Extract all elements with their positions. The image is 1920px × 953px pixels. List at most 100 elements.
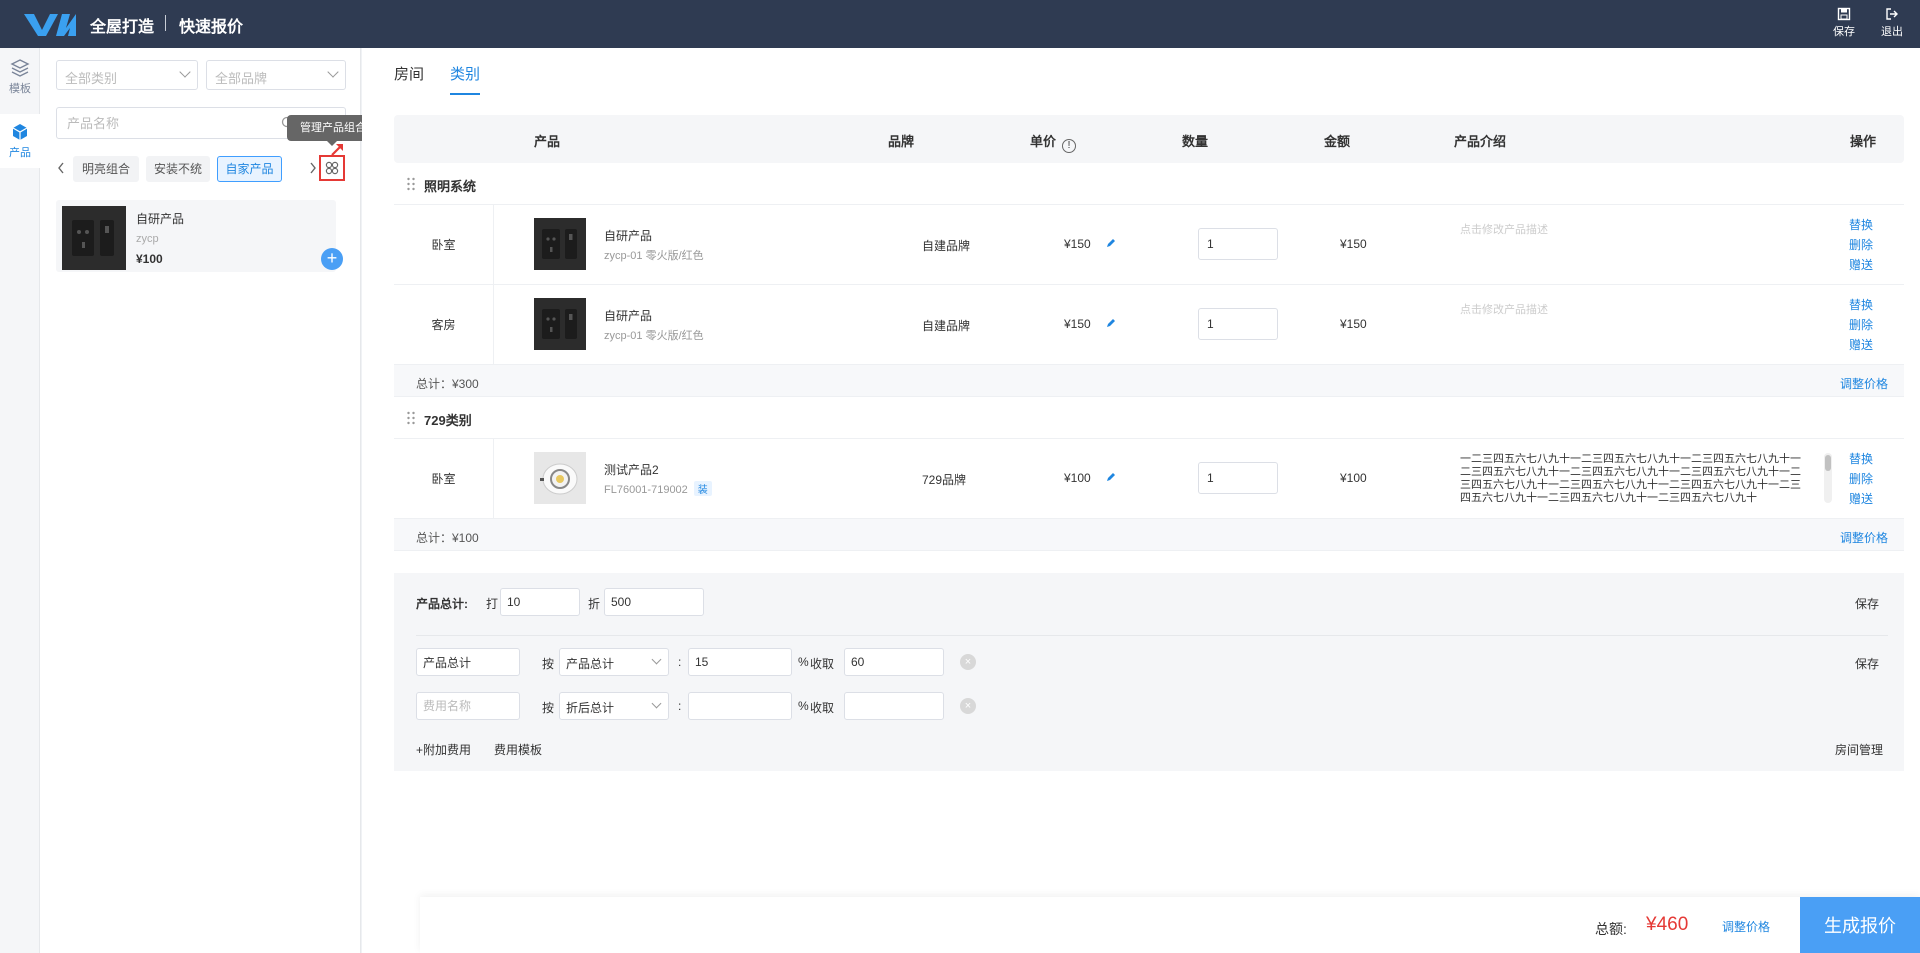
gift-link[interactable]: 赠送 bbox=[1849, 255, 1873, 275]
row-product-code: zycp-01 零火版/红色 bbox=[604, 250, 704, 262]
row-ops: 替换 删除 赠送 bbox=[1849, 449, 1873, 509]
description-scrollbar-thumb[interactable] bbox=[1825, 455, 1831, 471]
fee-collect-input[interactable] bbox=[844, 648, 944, 676]
brand-select[interactable]: 全部品牌 bbox=[206, 60, 346, 90]
delete-link[interactable]: 删除 bbox=[1849, 235, 1873, 255]
edit-description-placeholder[interactable]: 点击修改产品描述 bbox=[1460, 221, 1548, 237]
add-fee-link[interactable]: +附加费用 bbox=[416, 741, 471, 758]
row-room: 卧室 bbox=[394, 205, 494, 285]
header-save-label: 保存 bbox=[1833, 26, 1855, 38]
category-select-value: 全部类别 bbox=[65, 71, 118, 86]
top-bar: 全屋打造 快速报价 保存 退出 bbox=[0, 0, 1920, 48]
fee-by-label: 按 bbox=[542, 701, 555, 715]
quantity-input[interactable] bbox=[1198, 308, 1278, 340]
adjust-price-link[interactable]: 调整价格 bbox=[1840, 375, 1888, 392]
app-title: 全屋打造 bbox=[90, 19, 155, 36]
tab-category[interactable]: 类别 bbox=[450, 63, 481, 95]
product-description[interactable]: 一二三四五六七八九十一二三四五六七八九十一二三四五六七八九十一二三四五六七八九十… bbox=[1460, 453, 1810, 503]
group-name: 照明系统 bbox=[424, 179, 477, 194]
fee-name-input[interactable] bbox=[416, 692, 520, 720]
remove-fee-icon[interactable]: × bbox=[960, 698, 976, 714]
tag-item[interactable]: 明亮组合 bbox=[73, 156, 139, 182]
fee-name-input[interactable] bbox=[416, 648, 520, 676]
drag-handle-icon[interactable] bbox=[406, 411, 416, 425]
fee-basis-value: 产品总计 bbox=[566, 657, 615, 671]
tab-room[interactable]: 房间 bbox=[394, 63, 424, 93]
gift-link[interactable]: 赠送 bbox=[1849, 489, 1873, 509]
downlight-icon bbox=[540, 463, 578, 495]
edit-description-placeholder[interactable]: 点击修改产品描述 bbox=[1460, 301, 1548, 317]
fee-collect-label: 收取 bbox=[810, 701, 835, 715]
totals-divider bbox=[416, 635, 1888, 636]
replace-link[interactable]: 替换 bbox=[1849, 295, 1873, 315]
exit-icon bbox=[1886, 8, 1898, 20]
edit-price-icon[interactable] bbox=[1106, 238, 1116, 248]
app-logo-icon bbox=[24, 14, 76, 36]
fee-percent-input[interactable] bbox=[688, 648, 792, 676]
delete-link[interactable]: 删除 bbox=[1849, 469, 1873, 489]
discount-prefix: 打 bbox=[486, 597, 499, 611]
edit-price-icon[interactable] bbox=[1106, 318, 1116, 328]
rail-item-product[interactable]: 产品 bbox=[0, 114, 40, 168]
header-exit-button[interactable]: 退出 bbox=[1874, 7, 1910, 39]
delete-link[interactable]: 删除 bbox=[1849, 315, 1873, 335]
row-room: 卧室 bbox=[394, 439, 494, 519]
replace-link[interactable]: 替换 bbox=[1849, 449, 1873, 469]
gift-link[interactable]: 赠送 bbox=[1849, 335, 1873, 355]
table-row: 卧室 测试产品2 FL76001-719002 装 729品牌 ¥100 ¥100… bbox=[394, 439, 1904, 519]
install-badge: 装 bbox=[693, 481, 712, 496]
annotation-arrow-icon bbox=[331, 144, 343, 156]
col-quantity: 数量 bbox=[1182, 134, 1209, 149]
remove-fee-icon[interactable]: × bbox=[960, 654, 976, 670]
product-panel: 全部类别 全部品牌 管理产品组合 明亮组合 安装不统 自家产品 自研产品 zyc… bbox=[40, 48, 379, 953]
col-unit-price: 单价! bbox=[1030, 131, 1077, 153]
quantity-input[interactable] bbox=[1198, 228, 1278, 260]
layers-icon bbox=[10, 59, 30, 77]
info-icon[interactable]: ! bbox=[1062, 139, 1077, 153]
discount-total-input[interactable] bbox=[604, 588, 704, 616]
cube-icon bbox=[12, 124, 28, 140]
brand-select-value: 全部品牌 bbox=[215, 71, 268, 86]
product-card[interactable]: 自研产品 zycp ¥100 + bbox=[56, 200, 343, 272]
quantity-input[interactable] bbox=[1198, 462, 1278, 494]
fee-basis-select[interactable]: 折后总计 bbox=[559, 692, 669, 720]
footer-adjust-price-link[interactable]: 调整价格 bbox=[1722, 918, 1770, 935]
table-header: 产品 品牌 单价! 数量 金额 产品介绍 操作 bbox=[394, 115, 1904, 163]
product-card-code: zycp bbox=[136, 233, 159, 245]
fee-save-link[interactable]: 保存 bbox=[1855, 655, 1879, 672]
tags-next-icon[interactable] bbox=[308, 160, 318, 176]
discount-input[interactable] bbox=[500, 588, 580, 616]
totals-panel: 产品总计: 打 折 保存 按 产品总计 : % 收取 × 保存 按 折后总计 :… bbox=[394, 573, 1904, 771]
manage-combo-button[interactable] bbox=[319, 155, 345, 181]
category-select[interactable]: 全部类别 bbox=[56, 60, 198, 90]
grand-total-label: 总额: bbox=[1595, 921, 1627, 937]
col-amount: 金额 bbox=[1324, 134, 1351, 149]
totals-save-link[interactable]: 保存 bbox=[1855, 595, 1879, 612]
adjust-price-link[interactable]: 调整价格 bbox=[1840, 529, 1888, 546]
header-save-button[interactable]: 保存 bbox=[1826, 7, 1862, 39]
fee-collect-input[interactable] bbox=[844, 692, 944, 720]
tag-item[interactable]: 安装不统 bbox=[146, 156, 210, 182]
add-product-button[interactable]: + bbox=[321, 248, 343, 270]
generate-quote-button[interactable]: 生成报价 bbox=[1800, 897, 1920, 953]
chevron-down-icon bbox=[179, 66, 191, 78]
header-exit-label: 退出 bbox=[1881, 26, 1903, 38]
fee-colon: : bbox=[678, 655, 682, 669]
title-divider bbox=[165, 15, 166, 31]
fee-percent-label: % bbox=[798, 699, 809, 713]
tag-item-active[interactable]: 自家产品 bbox=[217, 156, 282, 182]
chevron-down-icon bbox=[651, 654, 662, 665]
tags-prev-icon[interactable] bbox=[56, 160, 66, 176]
table-row: 卧室 自研产品 zycp-01 零火版/红色 自建品牌 ¥150 ¥150 点击… bbox=[394, 205, 1904, 285]
fee-basis-select[interactable]: 产品总计 bbox=[559, 648, 669, 676]
fee-by-label: 按 bbox=[542, 657, 555, 671]
fee-template-link[interactable]: 费用模板 bbox=[494, 741, 542, 758]
edit-price-icon[interactable] bbox=[1106, 472, 1116, 482]
room-manage-link[interactable]: 房间管理 bbox=[1835, 741, 1883, 758]
replace-link[interactable]: 替换 bbox=[1849, 215, 1873, 235]
chevron-down-icon bbox=[327, 66, 339, 78]
drag-handle-icon[interactable] bbox=[406, 177, 416, 191]
row-product-code: zycp-01 零火版/红色 bbox=[604, 330, 704, 342]
rail-item-template[interactable]: 模板 bbox=[0, 50, 40, 104]
fee-percent-input[interactable] bbox=[688, 692, 792, 720]
